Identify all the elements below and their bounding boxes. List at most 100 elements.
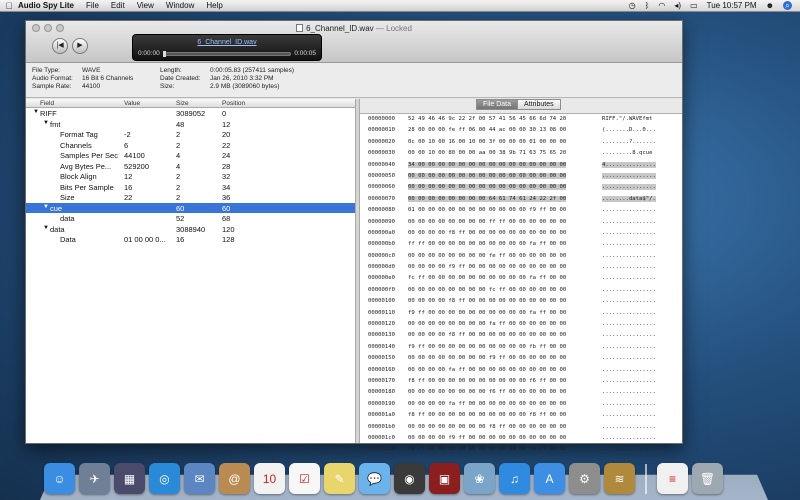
menu-app-name[interactable]: Audio Spy Lite: [18, 1, 74, 10]
disclosure-triangle-icon[interactable]: ▼: [33, 109, 39, 115]
length-value: 0:00:05.83 (257411 samples): [210, 67, 295, 74]
finder-icon[interactable]: ☺: [44, 463, 75, 494]
wifi-icon[interactable]: ◠: [658, 1, 665, 10]
document-icon[interactable]: ≡: [657, 463, 688, 494]
hex-row[interactable]: 00000140 f9 ff 00 00 00 00 00 00 00 00 00…: [360, 342, 682, 353]
hex-row[interactable]: 00000100 00 00 00 00 f8 ff 00 00 00 00 00…: [360, 296, 682, 307]
tree-row[interactable]: ▼ data 3088940 120: [26, 224, 355, 235]
disclosure-triangle-icon[interactable]: ▼: [43, 204, 49, 210]
column-field[interactable]: Field: [40, 100, 54, 107]
hex-row[interactable]: 00000070 00 00 00 00 00 00 00 00 64 61 74…: [360, 194, 682, 205]
hex-row[interactable]: 00000180 00 00 00 00 00 00 00 00 f6 ff 00…: [360, 387, 682, 398]
hex-row[interactable]: 00000020 0c 00 10 00 16 00 10 00 3f 00 00…: [360, 137, 682, 148]
tree-row[interactable]: ▼ RIFF 3089052 0: [26, 108, 355, 119]
photo-booth-icon[interactable]: ▣: [429, 463, 460, 494]
view-segmented-control: File Data Attributes: [476, 99, 561, 110]
column-position[interactable]: Position: [222, 100, 245, 107]
hex-row[interactable]: 00000000 52 49 46 46 9c 22 2f 00 57 41 56…: [360, 114, 682, 125]
disclosure-triangle-icon[interactable]: ▼: [43, 225, 49, 231]
tree-row[interactable]: Block Align 12 2 32: [26, 171, 355, 182]
safari-icon[interactable]: ◎: [149, 463, 180, 494]
hex-row[interactable]: 00000110 f9 ff 00 00 00 00 00 00 00 00 00…: [360, 308, 682, 319]
hex-row[interactable]: 00000080 01 00 00 00 00 00 00 00 00 00 00…: [360, 205, 682, 216]
play-button[interactable]: ▶: [72, 38, 88, 54]
calendar-icon[interactable]: 10: [254, 463, 285, 494]
time-machine-icon[interactable]: ◷: [629, 1, 636, 10]
itunes-icon[interactable]: ♫: [499, 463, 530, 494]
app-store-icon[interactable]: A: [534, 463, 565, 494]
hex-row[interactable]: 00000090 00 00 00 00 00 00 00 00 ff ff 00…: [360, 217, 682, 228]
chunk-tree[interactable]: Field Value Size Position ▼ RIFF 3089052 0 ▼…: [26, 99, 356, 443]
hex-row[interactable]: 00000150 00 00 00 00 00 00 00 00 f9 ff 00…: [360, 353, 682, 364]
rewind-button[interactable]: |◀: [52, 38, 68, 54]
hex-row[interactable]: 000001a0 f8 ff 00 00 00 00 00 00 00 00 00…: [360, 410, 682, 421]
disclosure-triangle-icon[interactable]: ▼: [43, 120, 49, 126]
tree-row[interactable]: ▼ fmt 48 12: [26, 119, 355, 130]
contacts-icon[interactable]: @: [219, 463, 250, 494]
hex-row[interactable]: 000000b0 ff ff 00 00 00 00 00 00 00 00 00…: [360, 239, 682, 250]
hex-row[interactable]: 00000190 00 00 00 00 fa ff 00 00 00 00 00…: [360, 399, 682, 410]
tab-file-data[interactable]: File Data: [476, 99, 519, 110]
locked-indicator[interactable]: — Locked: [376, 24, 412, 33]
notes-icon[interactable]: ✎: [324, 463, 355, 494]
menu-view[interactable]: View: [137, 1, 154, 10]
tree-row[interactable]: Avg Bytes Pe... 529200 4 28: [26, 161, 355, 172]
apple-menu-icon[interactable]: : [0, 1, 18, 11]
column-size[interactable]: Size: [176, 100, 189, 107]
tree-cell-position: 60: [222, 203, 231, 213]
tree-row[interactable]: Channels 6 2 22: [26, 140, 355, 151]
hex-row[interactable]: 00000030 00 00 10 00 80 00 00 aa 00 38 9b…: [360, 148, 682, 159]
tree-row[interactable]: Format Tag -2 2 20: [26, 129, 355, 140]
spotlight-icon[interactable]: ⌕: [783, 1, 792, 10]
hex-row[interactable]: 000001b0 00 00 00 00 00 00 00 00 f8 ff 00…: [360, 422, 682, 433]
tree-row[interactable]: Data 01 00 00 0... 16 128: [26, 234, 355, 245]
hex-row[interactable]: 000000e0 fc ff 00 00 00 00 00 00 00 00 00…: [360, 273, 682, 284]
hex-row[interactable]: 00000060 00 00 00 00 00 00 00 00 00 00 00…: [360, 182, 682, 193]
tree-row[interactable]: Bits Per Sample 16 2 34: [26, 182, 355, 193]
tab-attributes[interactable]: Attributes: [518, 99, 561, 110]
hex-row[interactable]: 000000a0 00 00 00 00 f8 ff 00 00 00 00 00…: [360, 228, 682, 239]
tree-row[interactable]: ▼ cue 60 60: [26, 202, 355, 213]
menu-file[interactable]: File: [86, 1, 99, 10]
messages-icon[interactable]: 💬: [359, 463, 390, 494]
tree-row[interactable]: data 52 68: [26, 213, 355, 224]
hex-row[interactable]: 000000f0 00 00 00 00 00 00 00 00 fc ff 00…: [360, 285, 682, 296]
clock[interactable]: Tue 10:57 PM: [707, 1, 757, 10]
system-preferences-icon[interactable]: ⚙: [569, 463, 600, 494]
hex-row[interactable]: 00000010 28 00 00 00 fe ff 06 00 44 ac 00…: [360, 125, 682, 136]
tree-row[interactable]: Samples Per Sec 44100 4 24: [26, 150, 355, 161]
scrubber-knob[interactable]: [163, 51, 166, 57]
iphoto-icon[interactable]: ❀: [464, 463, 495, 494]
document-proxy-icon[interactable]: [296, 24, 304, 32]
battery-icon[interactable]: ▭: [690, 1, 698, 10]
tree-row[interactable]: Size 22 2 36: [26, 192, 355, 203]
mail-icon[interactable]: ✉: [184, 463, 215, 494]
menu-help[interactable]: Help: [206, 1, 222, 10]
trash-icon[interactable]: 🗑: [692, 463, 723, 494]
hex-ascii: ................: [602, 286, 656, 293]
bluetooth-icon[interactable]: ᛒ: [645, 1, 650, 10]
menu-window[interactable]: Window: [166, 1, 194, 10]
mission-control-icon[interactable]: ▦: [114, 463, 145, 494]
hex-row[interactable]: 00000040 34 00 00 00 00 00 00 00 00 00 00…: [360, 160, 682, 171]
tree-cell-size: 60: [176, 203, 185, 213]
facetime-icon[interactable]: ◉: [394, 463, 425, 494]
reminders-icon[interactable]: ☑: [289, 463, 320, 494]
column-value[interactable]: Value: [124, 100, 140, 107]
tree-cell-size: 52: [176, 214, 185, 223]
hex-row[interactable]: 000000c0 00 00 00 00 00 00 00 00 fe ff 00…: [360, 251, 682, 262]
audio-spy-icon[interactable]: ≋: [604, 463, 635, 494]
hex-row[interactable]: 00000120 00 00 00 00 00 00 00 00 fa ff 00…: [360, 319, 682, 330]
launchpad-icon[interactable]: ✈: [79, 463, 110, 494]
hex-row[interactable]: 00000050 00 00 00 00 00 00 00 00 00 00 00…: [360, 171, 682, 182]
hex-row[interactable]: 000000d0 00 00 00 00 f9 ff 00 00 00 00 00…: [360, 262, 682, 273]
hex-row[interactable]: 00000130 00 00 00 00 f8 ff 00 00 00 00 00…: [360, 330, 682, 341]
playback-scrubber[interactable]: [163, 51, 291, 57]
menu-edit[interactable]: Edit: [111, 1, 125, 10]
user-icon[interactable]: ☻: [766, 1, 774, 10]
hex-row[interactable]: 00000170 f8 ff 00 00 00 00 00 00 00 00 00…: [360, 376, 682, 387]
hex-row[interactable]: 00000160 00 00 00 00 fa ff 00 00 00 00 00…: [360, 365, 682, 376]
hex-row[interactable]: 000001c0 00 00 00 00 f9 ff 00 00 00 00 00…: [360, 433, 682, 444]
hex-view[interactable]: 00000000 52 49 46 46 9c 22 2f 00 57 41 56…: [360, 113, 682, 452]
volume-icon[interactable]: ◂): [674, 1, 681, 10]
